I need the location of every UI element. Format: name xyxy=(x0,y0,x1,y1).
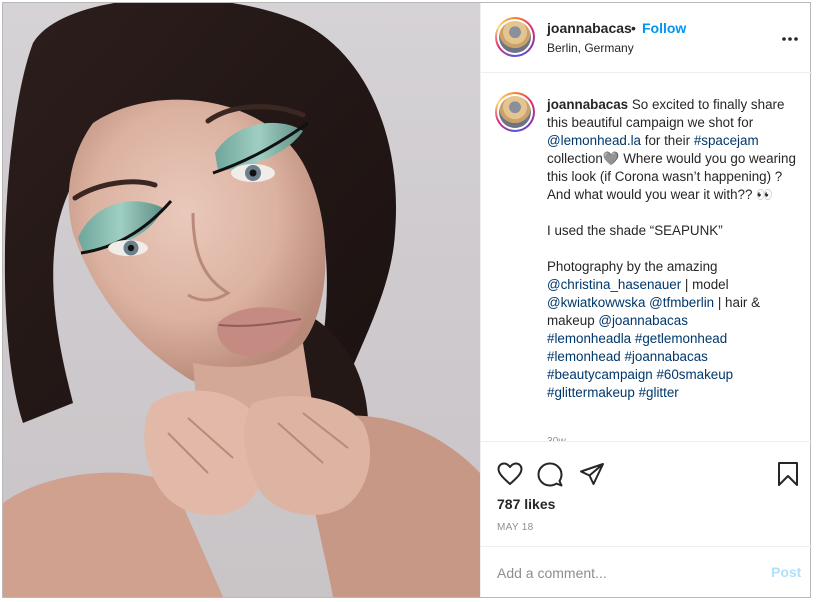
post-location[interactable]: Berlin, Germany xyxy=(547,41,634,55)
hashtag-getlemonhead[interactable]: #getlemonhead xyxy=(635,331,727,346)
portrait-illustration xyxy=(3,3,480,597)
post-date: MAY 18 xyxy=(497,522,534,533)
post-side-panel: joannabacas • Follow Berlin, Germany joa… xyxy=(480,3,812,597)
mention-model[interactable]: @kwiatkowwska xyxy=(547,295,645,310)
bookmark-icon[interactable] xyxy=(777,461,799,492)
caption-avatar[interactable] xyxy=(495,92,535,132)
hashtag-glittermakeup[interactable]: #glittermakeup xyxy=(547,385,635,400)
comment-input[interactable] xyxy=(497,562,747,584)
heart-icon[interactable] xyxy=(497,462,523,491)
caption-segment: | model xyxy=(681,277,733,292)
caption-text: joannabacas So excited to finally share … xyxy=(547,96,803,402)
post-card: joannabacas • Follow Berlin, Germany joa… xyxy=(2,2,812,598)
instagram-post-frame: joannabacas • Follow Berlin, Germany joa… xyxy=(0,0,820,602)
hashtag-joannabacas[interactable]: #joannabacas xyxy=(624,349,707,364)
post-photo[interactable] xyxy=(3,3,480,597)
mention-agency[interactable]: @tfmberlin xyxy=(649,295,714,310)
hashtag-60smakeup[interactable]: #60smakeup xyxy=(656,367,733,382)
hashtag-glitter[interactable]: #glitter xyxy=(639,385,679,400)
hashtag-spacejam[interactable]: #spacejam xyxy=(694,133,759,148)
mention-photographer[interactable]: @christina_hasenauer xyxy=(547,277,681,292)
mention-artist[interactable]: @joannabacas xyxy=(598,313,688,328)
caption-section: joannabacas So excited to finally share … xyxy=(481,74,812,441)
caption-segment: collection🩶 Where would you go wearing t… xyxy=(547,151,796,274)
comment-icon[interactable] xyxy=(537,462,563,493)
header-separator: • xyxy=(631,20,636,36)
action-bar: 787 likes MAY 18 xyxy=(481,441,812,546)
share-icon[interactable] xyxy=(579,462,605,491)
author-username[interactable]: joannabacas xyxy=(547,20,632,36)
likes-count[interactable]: 787 likes xyxy=(497,496,555,512)
more-options-icon[interactable] xyxy=(781,29,799,47)
post-comment-button[interactable]: Post xyxy=(771,564,801,580)
mention-lemonhead[interactable]: @lemonhead.la xyxy=(547,133,641,148)
hashtag-lemonhead[interactable]: #lemonhead xyxy=(547,349,621,364)
caption-username[interactable]: joannabacas xyxy=(547,97,628,112)
follow-button[interactable]: Follow xyxy=(642,20,686,36)
comment-box: Post xyxy=(481,546,812,597)
post-header: joannabacas • Follow Berlin, Germany xyxy=(481,3,812,73)
author-avatar[interactable] xyxy=(495,17,535,57)
caption-segment: for their xyxy=(641,133,694,148)
hashtag-beautycampaign[interactable]: #beautycampaign xyxy=(547,367,653,382)
hashtag-lemonheadla[interactable]: #lemonheadla xyxy=(547,331,631,346)
